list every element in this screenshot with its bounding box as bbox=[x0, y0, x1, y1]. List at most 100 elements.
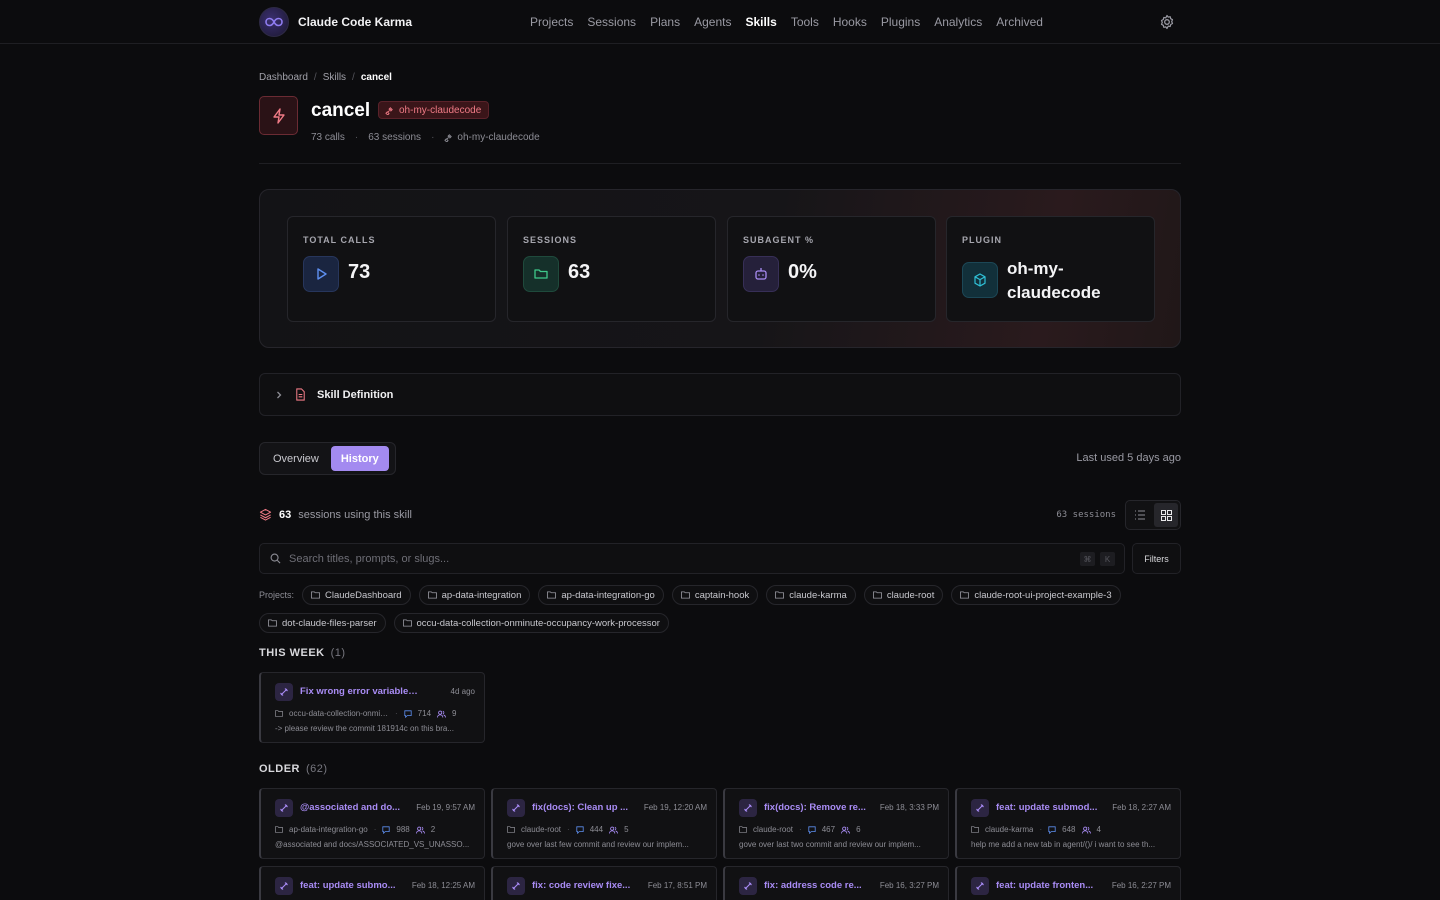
session-title[interactable]: fix(docs): Remove re... bbox=[764, 802, 884, 813]
nav-sessions[interactable]: Sessions bbox=[587, 15, 636, 29]
search-input[interactable] bbox=[289, 552, 1049, 565]
nav-archived[interactable]: Archived bbox=[996, 15, 1043, 29]
folder-icon bbox=[275, 826, 283, 833]
users-icon bbox=[841, 826, 850, 834]
brand-name: Claude Code Karma bbox=[298, 15, 413, 29]
tab-overview[interactable]: Overview bbox=[263, 446, 329, 471]
session-title[interactable]: feat: update submo... bbox=[300, 880, 420, 891]
session-messages: 988 bbox=[396, 825, 410, 834]
gear-icon[interactable] bbox=[1159, 14, 1175, 30]
tab-history[interactable]: History bbox=[330, 446, 389, 471]
nav-plans[interactable]: Plans bbox=[650, 15, 680, 29]
skill-definition-label: Skill Definition bbox=[317, 388, 394, 401]
nav-hooks[interactable]: Hooks bbox=[833, 15, 867, 29]
page-title: cancel bbox=[311, 100, 371, 121]
plugin-badge[interactable]: oh-my-claudecode bbox=[378, 101, 490, 119]
session-card[interactable]: fix(docs): Clean up ... Feb 19, 12:20 AM c… bbox=[491, 788, 717, 859]
project-chip-label: ap-data-integration bbox=[441, 589, 522, 601]
session-card[interactable]: fix: address code re...Feb 16, 3:27 PM· bbox=[723, 866, 949, 900]
session-card[interactable]: fix: code review fixe...Feb 17, 8:51 PM· bbox=[491, 866, 717, 900]
project-chip[interactable]: ClaudeDashboard bbox=[302, 585, 411, 605]
session-time: Feb 18, 2:27 AM bbox=[1112, 803, 1171, 812]
session-title[interactable]: Fix wrong error variable and ... bbox=[300, 686, 420, 697]
skill-icon bbox=[971, 877, 989, 895]
users-icon bbox=[609, 826, 618, 834]
meta-plugin[interactable]: oh-my-claudecode bbox=[444, 132, 540, 143]
session-title[interactable]: fix(docs): Clean up ... bbox=[532, 802, 652, 813]
nav-skills[interactable]: Skills bbox=[745, 15, 776, 29]
breadcrumb-dashboard[interactable]: Dashboard bbox=[259, 72, 308, 83]
nav-plugins[interactable]: Plugins bbox=[881, 15, 920, 29]
session-project: claude-root bbox=[521, 825, 562, 834]
project-chip[interactable]: claude-karma bbox=[766, 585, 856, 605]
session-card[interactable]: feat: update fronten...Feb 16, 2:27 PM· bbox=[955, 866, 1181, 900]
bot-icon bbox=[743, 256, 779, 292]
folder-icon bbox=[971, 826, 979, 833]
session-meta: claude-root · 467 6 bbox=[739, 825, 861, 834]
session-meta: claude-karma · 648 4 bbox=[971, 825, 1101, 834]
session-card[interactable]: fix(docs): Remove re... Feb 18, 3:33 PM cl… bbox=[723, 788, 949, 859]
session-time: Feb 16, 3:27 PM bbox=[879, 881, 939, 890]
project-chip[interactable]: claude-root bbox=[863, 585, 944, 605]
session-card[interactable]: Fix wrong error variable and ... 4d ago oc… bbox=[259, 672, 485, 743]
skill-icon bbox=[275, 683, 293, 701]
stat-value: 73 bbox=[348, 261, 371, 283]
project-filter-chips: Projects: ClaudeDashboard ap-data-integra… bbox=[259, 585, 1181, 633]
nav-projects[interactable]: Projects bbox=[530, 15, 573, 29]
skill-definition-toggle[interactable]: Skill Definition bbox=[259, 373, 1181, 416]
breadcrumb-current: cancel bbox=[360, 72, 392, 83]
lightning-icon bbox=[259, 96, 298, 135]
session-card[interactable]: feat: update submo...Feb 18, 12:25 AM· bbox=[259, 866, 485, 900]
session-card[interactable]: feat: update submod... Feb 18, 2:27 AM cla… bbox=[955, 788, 1181, 859]
project-chip[interactable]: captain-hook bbox=[671, 585, 759, 605]
project-chip[interactable]: occu-data-collection-onminute-occupancy-… bbox=[393, 613, 669, 633]
stats-panel: TOTAL CALLS 73 SESSIONS 63 SUBAGENT % 0%… bbox=[259, 189, 1181, 348]
session-time: 4d ago bbox=[450, 687, 475, 696]
users-icon bbox=[1081, 826, 1091, 834]
stat-label: SESSIONS bbox=[523, 235, 578, 245]
skill-icon bbox=[507, 877, 525, 895]
list-view-icon[interactable] bbox=[1128, 503, 1152, 527]
nav-analytics[interactable]: Analytics bbox=[934, 15, 982, 29]
folder-icon bbox=[739, 826, 747, 833]
project-chip[interactable]: ap-data-integration bbox=[418, 585, 531, 605]
skill-icon bbox=[275, 877, 293, 895]
session-title[interactable]: fix: address code re... bbox=[764, 880, 884, 891]
session-card[interactable]: @associated and do... Feb 19, 9:57 AM ap-d… bbox=[259, 788, 485, 859]
project-chip-label: claude-root bbox=[886, 589, 935, 601]
last-used: Last used 5 days ago bbox=[1076, 452, 1181, 464]
session-project: occu-data-collection-onminute... bbox=[289, 709, 389, 718]
search-icon bbox=[270, 553, 281, 564]
session-agents: 4 bbox=[1096, 825, 1101, 834]
session-title[interactable]: fix: code review fixe... bbox=[532, 880, 652, 891]
session-title[interactable]: feat: update submod... bbox=[996, 802, 1116, 813]
stat-sessions: SESSIONS 63 bbox=[507, 216, 716, 322]
sessions-count: 63 sessions bbox=[368, 132, 422, 143]
users-icon bbox=[437, 710, 446, 718]
project-chip-label: claude-root-ui-project-example-3 bbox=[974, 589, 1112, 601]
project-chip[interactable]: claude-root-ui-project-example-3 bbox=[951, 585, 1121, 605]
folder-icon bbox=[872, 591, 882, 599]
folder-icon bbox=[680, 591, 690, 599]
session-meta: claude-root · 444 5 bbox=[507, 825, 629, 834]
session-prompt: @associated and docs/ASSOCIATED_VS_UNASS… bbox=[275, 840, 470, 849]
project-chip-label: captain-hook bbox=[694, 589, 750, 601]
nav-tools[interactable]: Tools bbox=[791, 15, 819, 29]
view-toggle bbox=[1125, 500, 1181, 530]
chevron-right-icon bbox=[277, 391, 282, 398]
session-prompt: -> please review the commit 181914c on t… bbox=[275, 724, 454, 733]
filters-button[interactable]: Filters bbox=[1132, 543, 1181, 574]
session-title[interactable]: feat: update fronten... bbox=[996, 880, 1116, 891]
nav-agents[interactable]: Agents bbox=[694, 15, 731, 29]
session-title[interactable]: @associated and do... bbox=[300, 802, 420, 813]
breadcrumb-skills[interactable]: Skills bbox=[323, 72, 346, 83]
grid-view-icon[interactable] bbox=[1154, 503, 1178, 527]
skill-icon bbox=[507, 799, 525, 817]
play-icon bbox=[303, 256, 339, 292]
group-older: OLDER (62) bbox=[259, 763, 328, 775]
top-nav: Claude Code Karma Projects Sessions Plan… bbox=[0, 0, 1440, 44]
project-chip[interactable]: dot-claude-files-parser bbox=[259, 613, 386, 633]
project-chip-label: ap-data-integration-go bbox=[561, 589, 655, 601]
project-chip[interactable]: ap-data-integration-go bbox=[538, 585, 664, 605]
brand[interactable]: Claude Code Karma bbox=[259, 7, 412, 37]
